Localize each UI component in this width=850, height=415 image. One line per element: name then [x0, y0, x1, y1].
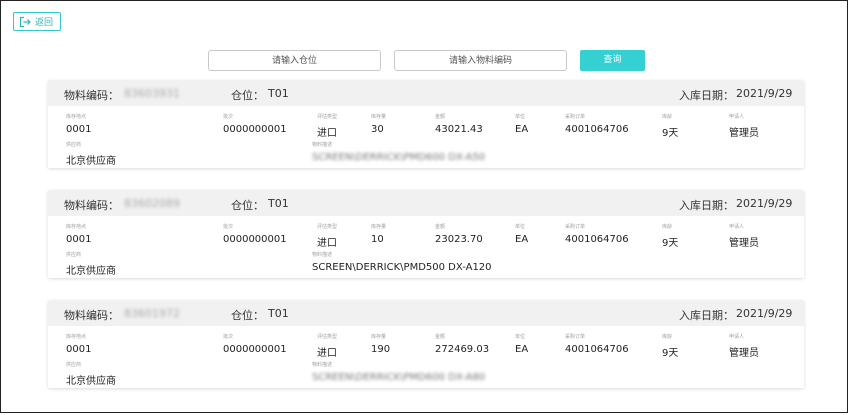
description-field: 物料描述 SCREEN\DERRICK\PMD600 DX-A50 — [312, 142, 486, 163]
location-value: T01 — [268, 307, 289, 320]
material-code-label: 物料编码： — [64, 89, 119, 102]
material-code-label: 物料编码： — [64, 309, 119, 322]
material-code-value: 83602089 — [124, 197, 180, 210]
applicant-field: 申请人 管理员 — [729, 224, 759, 249]
stock-qty-field: 库存量 190 — [371, 334, 391, 355]
storage-location-field: 库存地点 0001 — [66, 114, 92, 135]
inbound-date-label: 入库日期： — [679, 309, 734, 322]
batch-field: 批次 0000000001 — [223, 114, 287, 135]
location-label: 仓位： — [231, 309, 264, 322]
valuation-type-field: 评估类型 进口 — [317, 334, 338, 359]
purchase-order-field: 采购订单 4001064706 — [565, 334, 629, 355]
inventory-card: 物料编码： 83603931 仓位： T01 入库日期： 2021/9/29 库… — [48, 80, 804, 168]
card-header: 物料编码： 83602089 仓位： T01 入库日期： 2021/9/29 — [48, 190, 804, 216]
batch-field: 批次 0000000001 — [223, 224, 287, 245]
stock-qty-field: 库存量 30 — [371, 114, 387, 135]
supplier-field: 供应商 北京供应商 — [66, 362, 116, 387]
exit-arrow-icon — [19, 16, 31, 28]
applicant-field: 申请人 管理员 — [729, 114, 759, 139]
unit-field: 单位 EA — [515, 334, 529, 355]
batch-field: 批次 0000000001 — [223, 334, 287, 355]
location-label: 仓位： — [231, 89, 264, 102]
storage-location-field: 库存地点 0001 — [66, 334, 92, 355]
back-button[interactable]: 返回 — [13, 12, 61, 31]
description-field: 物料描述 SCREEN\DERRICK\PMD600 DX-A80 — [312, 362, 486, 383]
inbound-date-value: 2021/9/29 — [736, 87, 793, 100]
inbound-date-value: 2021/9/29 — [736, 307, 793, 320]
unit-field: 单位 EA — [515, 114, 529, 135]
material-code-value: 83601972 — [124, 307, 180, 320]
applicant-field: 申请人 管理员 — [729, 334, 759, 359]
page-frame: 返回 查询 物料编码： 83603931 仓位： T01 入库日期： 2021/… — [0, 0, 848, 413]
age-field: 库龄 9天 — [662, 114, 679, 139]
supplier-field: 供应商 北京供应商 — [66, 252, 116, 277]
location-value: T01 — [268, 87, 289, 100]
back-button-label: 返回 — [35, 18, 54, 28]
stock-qty-field: 库存量 10 — [371, 224, 387, 245]
material-code-search-input[interactable] — [394, 50, 567, 71]
material-code-value: 83603931 — [124, 87, 180, 100]
storage-location-field: 库存地点 0001 — [66, 224, 92, 245]
card-header: 物料编码： 83603931 仓位： T01 入库日期： 2021/9/29 — [48, 80, 804, 106]
purchase-order-field: 采购订单 4001064706 — [565, 224, 629, 245]
amount-field: 金额 272469.03 — [435, 334, 490, 355]
location-search-input[interactable] — [208, 50, 381, 71]
query-button[interactable]: 查询 — [580, 50, 645, 71]
inbound-date-label: 入库日期： — [679, 199, 734, 212]
amount-field: 金额 43021.43 — [435, 114, 483, 135]
card-header: 物料编码： 83601972 仓位： T01 入库日期： 2021/9/29 — [48, 300, 804, 326]
supplier-field: 供应商 北京供应商 — [66, 142, 116, 167]
inbound-date-label: 入库日期： — [679, 89, 734, 102]
card-body: 库存地点 0001 批次 0000000001 评估类型 进口 库存量 30 金额 430… — [48, 106, 804, 168]
inbound-date-value: 2021/9/29 — [736, 197, 793, 210]
purchase-order-field: 采购订单 4001064706 — [565, 114, 629, 135]
location-value: T01 — [268, 197, 289, 210]
inventory-card: 物料编码： 83601972 仓位： T01 入库日期： 2021/9/29 库… — [48, 300, 804, 388]
valuation-type-field: 评估类型 进口 — [317, 224, 338, 249]
card-body: 库存地点 0001 批次 0000000001 评估类型 进口 库存量 10 金额 230… — [48, 216, 804, 278]
age-field: 库龄 9天 — [662, 224, 679, 249]
inventory-card: 物料编码： 83602089 仓位： T01 入库日期： 2021/9/29 库… — [48, 190, 804, 278]
card-body: 库存地点 0001 批次 0000000001 评估类型 进口 库存量 190 金额 27… — [48, 326, 804, 388]
location-label: 仓位： — [231, 199, 264, 212]
valuation-type-field: 评估类型 进口 — [317, 114, 338, 139]
unit-field: 单位 EA — [515, 224, 529, 245]
description-field: 物料描述 SCREEN\DERRICK\PMD500 DX-A120 — [312, 252, 492, 273]
age-field: 库龄 9天 — [662, 334, 679, 359]
amount-field: 金额 23023.70 — [435, 224, 483, 245]
material-code-label: 物料编码： — [64, 199, 119, 212]
